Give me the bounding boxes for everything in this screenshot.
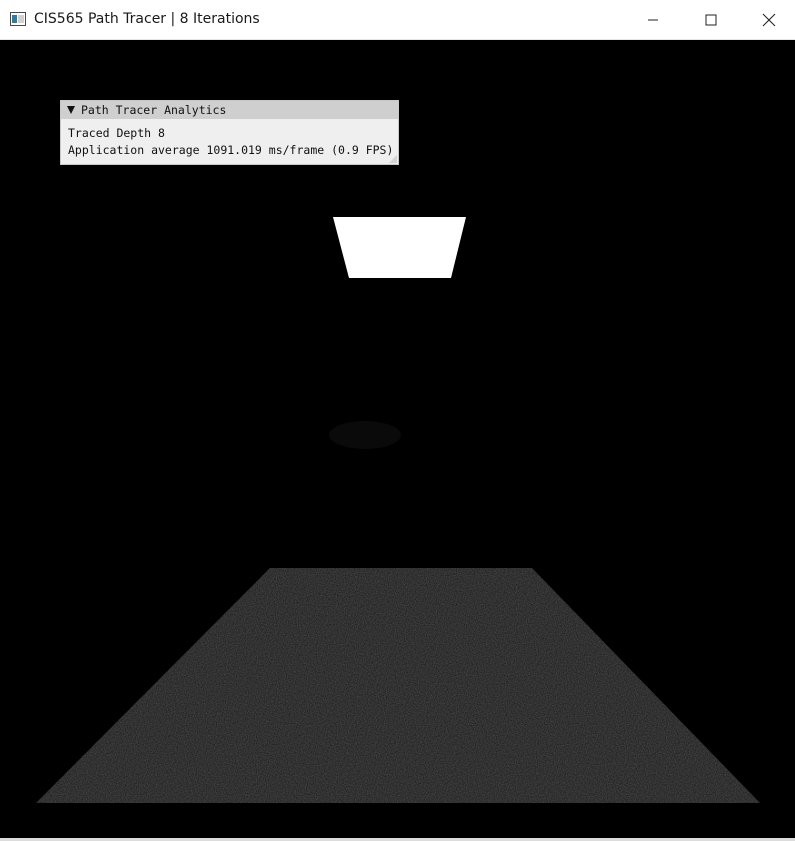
app-window-icon xyxy=(10,12,26,26)
frame-time-text: Application average 1091.019 ms/frame (0… xyxy=(68,143,394,157)
window-title: CIS565 Path Tracer | 8 Iterations xyxy=(34,11,260,27)
app-window: CIS565 Path Tracer | 8 Iterations Path T… xyxy=(0,0,795,841)
title-bar[interactable]: CIS565 Path Tracer | 8 Iterations xyxy=(0,0,795,40)
maximize-icon xyxy=(705,14,717,26)
minimize-button[interactable] xyxy=(624,0,682,40)
traced-depth-text: Traced Depth 8 xyxy=(68,126,165,140)
area-light xyxy=(333,217,466,278)
collapse-triangle-icon[interactable] xyxy=(67,106,75,114)
dim-sphere xyxy=(329,421,401,449)
minimize-icon xyxy=(648,19,658,21)
close-icon xyxy=(762,13,776,27)
analytics-panel-title: Path Tracer Analytics xyxy=(81,103,227,117)
panel-resize-grip[interactable] xyxy=(389,155,397,163)
close-button[interactable] xyxy=(740,0,795,40)
analytics-panel-body: Traced Depth 8 Application average 1091.… xyxy=(61,119,398,159)
analytics-panel-header[interactable]: Path Tracer Analytics xyxy=(61,101,398,119)
floor-grain xyxy=(36,568,760,803)
analytics-panel[interactable]: Path Tracer Analytics Traced Depth 8 App… xyxy=(60,100,399,165)
render-viewport[interactable]: Path Tracer Analytics Traced Depth 8 App… xyxy=(2,40,793,839)
maximize-button[interactable] xyxy=(682,0,740,40)
